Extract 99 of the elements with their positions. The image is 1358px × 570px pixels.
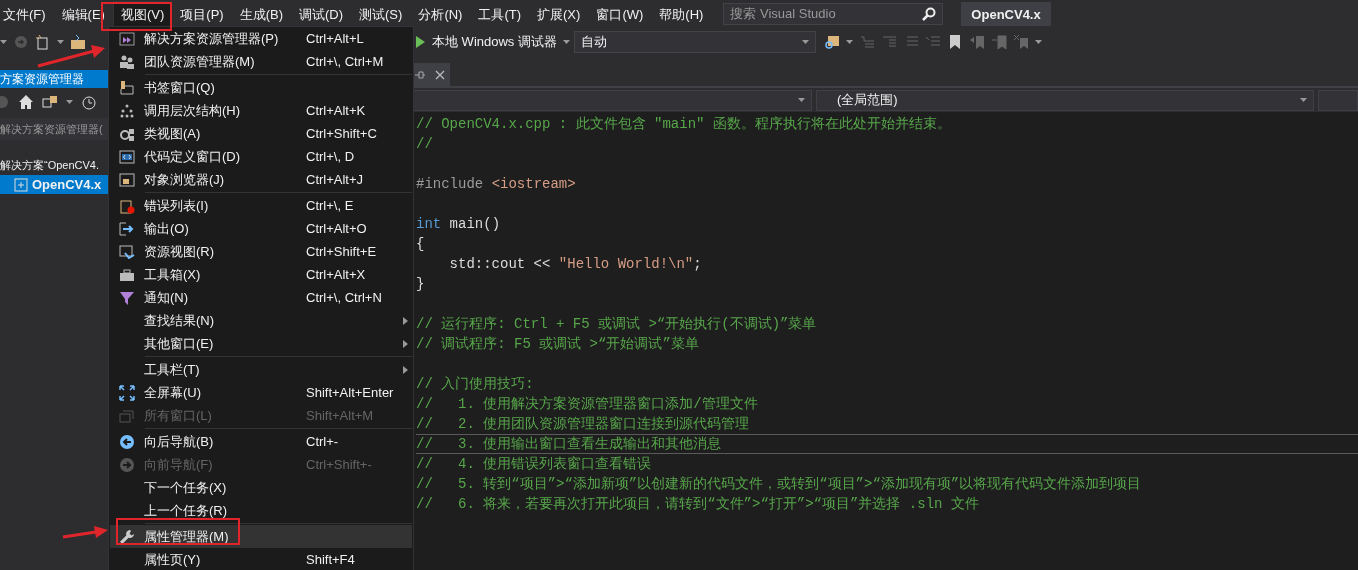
menu-item[interactable]: 输出(O) Ctrl+Alt+O — [110, 217, 412, 240]
code-line: // 2. 使用团队资源管理器窗口连接到源代码管理 — [416, 414, 1358, 434]
bookmark-icon — [119, 79, 135, 96]
forward-icon — [119, 456, 135, 473]
window-icon — [119, 243, 135, 260]
code-line: // 运行程序: Ctrl + F5 或调试 >“开始执行(不调试)”菜单 — [416, 314, 1358, 334]
expand-icon — [119, 384, 135, 401]
clock-icon[interactable] — [81, 94, 97, 110]
caret-icon[interactable] — [1034, 40, 1042, 44]
code-line: #include <iostream> — [416, 174, 1358, 194]
menu-item[interactable]: 全屏幕(U) Shift+Alt+Enter — [110, 381, 412, 404]
window-icon — [119, 171, 135, 188]
output-arrow-icon — [119, 220, 135, 237]
code-line: int main() — [416, 214, 1358, 234]
code-line: // — [416, 134, 1358, 154]
code-window-icon — [119, 148, 135, 165]
code-line: } — [416, 274, 1358, 294]
clipboard-error-icon — [119, 197, 135, 214]
new-item-icon[interactable] — [35, 34, 51, 50]
menu-item[interactable]: 文件(F) — [0, 1, 54, 27]
code-line: std::cout << "Hello World!\n"; — [416, 254, 1358, 274]
funnel-icon — [119, 289, 135, 306]
folder-search-icon[interactable] — [823, 34, 840, 50]
close-icon[interactable] — [435, 69, 445, 80]
menu-item[interactable]: 分析(N) — [410, 1, 471, 27]
search-icon — [922, 7, 937, 21]
back-icon — [119, 433, 135, 450]
menu-item[interactable]: 查找结果(N) — [110, 309, 412, 332]
caret-icon[interactable] — [801, 40, 809, 44]
sync-icon[interactable] — [42, 94, 58, 110]
hierarchy-icon — [119, 102, 135, 119]
folder-icon[interactable] — [70, 34, 86, 50]
code-line: // 3. 使用输出窗口查看生成输出和其他消息 — [416, 434, 1358, 454]
submenu-arrow-icon — [402, 316, 408, 325]
home-icon[interactable] — [18, 94, 34, 110]
bookmark-next-icon[interactable] — [990, 34, 1007, 50]
menu-item[interactable]: 类视图(A) Ctrl+Shift+C — [110, 122, 412, 145]
toolbox-icon — [119, 266, 135, 283]
wrench-icon — [119, 528, 135, 545]
menu-item[interactable]: 调用层次结构(H) Ctrl+Alt+K — [110, 99, 412, 122]
scope-dropdown[interactable]: (全局范围) — [815, 89, 1315, 111]
debugger-label[interactable]: 本地 Windows 调试器 — [432, 33, 557, 51]
code-line: // 5. 转到“项目”>“添加新项”以创建新的代码文件，或转到“项目”>“添加现有项”以将现有代码文件添加到项目 — [416, 474, 1358, 494]
windows-icon — [119, 407, 135, 424]
tree-item[interactable]: 解决方案“OpenCV4. — [0, 156, 108, 175]
menu-item[interactable]: 测试(S) — [351, 1, 411, 27]
tree-item[interactable]: OpenCV4.x — [0, 175, 108, 194]
caret-icon[interactable] — [0, 40, 7, 44]
solution-title: OpenCV4.x — [961, 2, 1051, 26]
menu-item[interactable]: 书签窗口(Q) — [110, 76, 412, 99]
menu-item[interactable]: 属性管理器(M) — [110, 525, 412, 548]
menu-item[interactable]: 向后导航(B) Ctrl+- — [110, 430, 412, 453]
submenu-arrow-icon — [402, 365, 408, 374]
pin-icon[interactable] — [415, 69, 425, 80]
search-field[interactable]: 解决方案资源管理器( — [0, 118, 108, 140]
menu-item[interactable]: 解决方案资源管理器(P) Ctrl+Alt+L — [110, 27, 412, 50]
menu-item[interactable]: 资源视图(R) Ctrl+Shift+E — [110, 240, 412, 263]
configuration-dropdown[interactable]: 自动 — [573, 31, 816, 53]
caret-icon[interactable] — [1300, 98, 1308, 102]
menu-item[interactable]: 工具(T) — [470, 1, 530, 27]
panel-title: 方案资源管理器 — [0, 70, 108, 88]
menu-item[interactable]: 其他窗口(E) — [110, 332, 412, 355]
people-icon — [119, 53, 135, 70]
menu-item[interactable]: 下一个任务(X) — [110, 476, 412, 499]
menu-item[interactable]: 帮助(H) — [651, 1, 712, 27]
menu-item[interactable]: 窗口(W) — [588, 1, 652, 27]
code-line: // 6. 将来，若要再次打开此项目，请转到“文件”>“打开”>“项目”并选择 .sln 文件 — [416, 494, 1358, 514]
project-icon — [14, 177, 28, 192]
code-line: // 1. 使用解决方案资源管理器窗口添加/管理文件 — [416, 394, 1358, 414]
menu-item[interactable]: 工具箱(X) Ctrl+Alt+X — [110, 263, 412, 286]
menu-item[interactable]: 团队资源管理器(M) Ctrl+\, Ctrl+M — [110, 50, 412, 73]
code-line: { — [416, 234, 1358, 254]
menu-item[interactable]: 调试(D) — [291, 1, 352, 27]
code-line: // 入门使用技巧: — [416, 374, 1358, 394]
menu-item[interactable]: 代码定义窗口(D) Ctrl+\, D — [110, 145, 412, 168]
menu-item[interactable]: 对象浏览器(J) Ctrl+Alt+J — [110, 168, 412, 191]
menu-item[interactable]: 项目(P) — [172, 1, 232, 27]
menu-item[interactable]: 上一个任务(R) — [110, 499, 412, 522]
code-line: // 4. 使用错误列表窗口查看错误 — [416, 454, 1358, 474]
caret-icon[interactable] — [66, 100, 73, 104]
annotation-arrow — [37, 45, 105, 68]
annotation-arrow — [62, 526, 108, 539]
caret-icon[interactable] — [57, 40, 64, 44]
menu-item[interactable]: 通知(N) Ctrl+\, Ctrl+N — [110, 286, 412, 309]
code-line: // 调试程序: F5 或调试 >“开始调试”菜单 — [416, 334, 1358, 354]
menu-item[interactable]: 错误列表(I) Ctrl+\, E — [110, 194, 412, 217]
submenu-arrow-icon — [402, 339, 408, 348]
menu-item[interactable]: 扩展(X) — [529, 1, 589, 27]
menu-item[interactable]: 生成(B) — [231, 1, 291, 27]
bookmark-previous-icon[interactable] — [968, 34, 985, 50]
search-field[interactable]: 搜索 Visual Studio — [723, 3, 944, 25]
window-icon — [119, 30, 135, 47]
bookmark-clear-icon[interactable] — [1012, 34, 1029, 50]
menu-item[interactable]: 工具栏(T) — [110, 358, 412, 381]
caret-icon[interactable] — [562, 40, 570, 44]
caret-icon[interactable] — [797, 98, 805, 102]
caret-icon[interactable] — [845, 40, 853, 44]
code-line: // OpenCV4.x.cpp : 此文件包含 "main" 函数。程序执行将在此处开始并结束。 — [416, 114, 1358, 134]
menu-item[interactable]: 属性页(Y) Shift+F4 — [110, 548, 412, 570]
